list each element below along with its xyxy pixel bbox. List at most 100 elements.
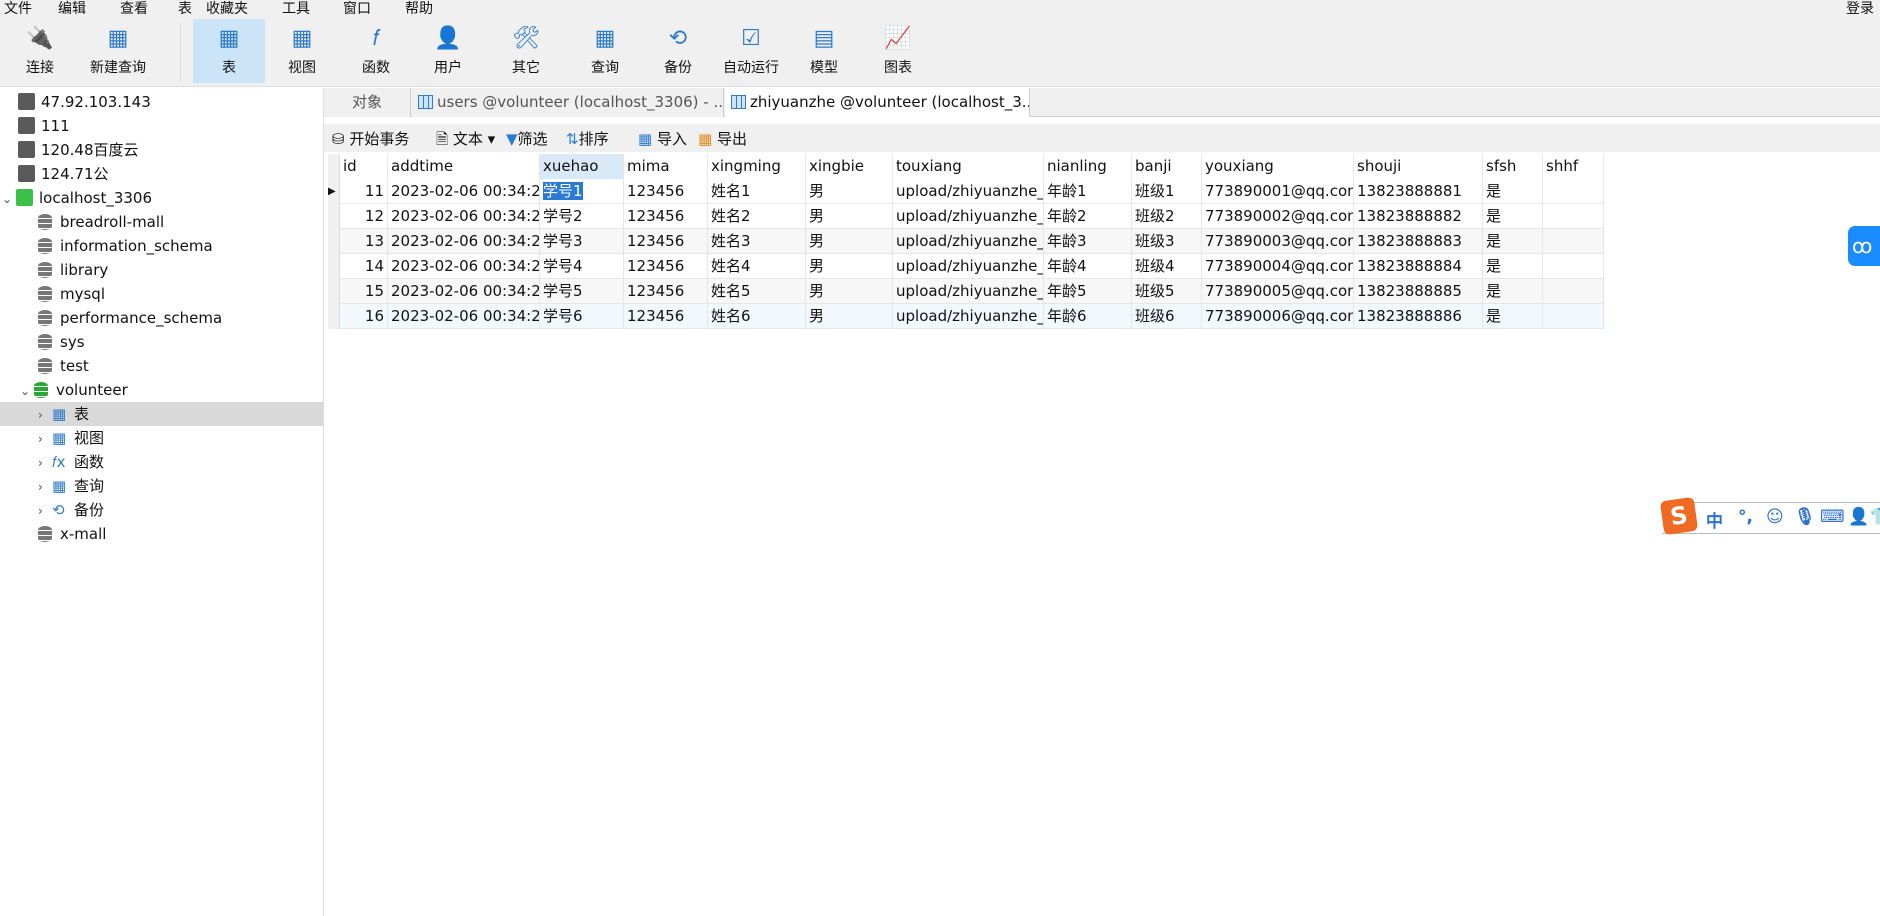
sogou-logo-icon[interactable]: S (1659, 496, 1699, 536)
cell-youxiang[interactable]: 773890005@qq.com (1202, 279, 1354, 304)
column-header-mima[interactable]: mima (624, 154, 708, 179)
database-item[interactable]: test (38, 354, 89, 378)
toolbar-function-button[interactable]: 𝑓 函数 (340, 19, 412, 83)
emoji-icon[interactable]: ☺ (1766, 507, 1784, 527)
cell-youxiang[interactable]: 773890001@qq.com (1202, 179, 1354, 204)
toolbar-model-button[interactable]: ▤ 模型 (788, 19, 860, 83)
connection-tree[interactable]: 47.92.103.143 111 120.48百度云 124.71公 ⌄ localho… (0, 88, 324, 916)
toolbar-new-query-button[interactable]: ▦ 新建查询 (82, 19, 154, 83)
cell-sfsh[interactable]: 是 (1483, 304, 1543, 329)
row-marker[interactable] (328, 279, 340, 304)
import-button[interactable]: ▦ 导入 (638, 128, 687, 149)
connection-item[interactable]: 111 (18, 114, 70, 138)
cell-shhf[interactable] (1543, 254, 1604, 279)
tree-node-view[interactable]: › ▦ 视图 (38, 426, 104, 450)
filter-button[interactable]: ▼筛选 (506, 128, 548, 149)
menu-7[interactable]: 帮助 (405, 0, 433, 18)
cell-nianling[interactable]: 年龄6 (1044, 304, 1132, 329)
connection-item[interactable]: 120.48百度云 (18, 138, 139, 162)
cell-shhf[interactable] (1543, 229, 1604, 254)
cell-xingming[interactable]: 姓名3 (708, 229, 806, 254)
cell-addtime[interactable]: 2023-02-06 00:34:21 (388, 229, 540, 254)
table-row[interactable]: 15 2023-02-06 00:34:21 学号5 123456 姓名5 男 upload… (328, 279, 1604, 304)
database-item[interactable]: mysql (38, 282, 105, 306)
keyboard-icon[interactable]: ⌨ (1820, 507, 1845, 527)
cell-youxiang[interactable]: 773890004@qq.com (1202, 254, 1354, 279)
user-card-icon[interactable]: 👤 (1848, 507, 1869, 527)
cell-xingming[interactable]: 姓名4 (708, 254, 806, 279)
sort-button[interactable]: ⇅排序 (566, 128, 609, 149)
cell-shouji[interactable]: 13823888886 (1354, 304, 1483, 329)
microphone-icon[interactable]: 🎙 (1794, 507, 1816, 527)
chevron-right-icon[interactable]: › (38, 403, 52, 427)
column-header-xingbie[interactable]: xingbie (806, 154, 893, 179)
cell-sfsh[interactable]: 是 (1483, 229, 1543, 254)
toolbar-tools-button[interactable]: 🛠 其它 (490, 19, 562, 83)
cell-addtime[interactable]: 2023-02-06 00:34:21 (388, 254, 540, 279)
cell-xuehao[interactable]: 学号1 (540, 179, 624, 204)
tree-node-function[interactable]: › 𝑓x 函数 (38, 450, 104, 474)
chevron-down-icon[interactable]: ⌄ (20, 379, 34, 403)
database-item[interactable]: sys (38, 330, 85, 354)
cell-banji[interactable]: 班级6 (1132, 304, 1202, 329)
cell-shouji[interactable]: 13823888881 (1354, 179, 1483, 204)
row-marker[interactable] (328, 229, 340, 254)
tab-objects[interactable]: 对象 (324, 88, 411, 117)
table-row[interactable]: 14 2023-02-06 00:34:21 学号4 123456 姓名4 男 upload… (328, 254, 1604, 279)
cell-touxiang[interactable]: upload/zhiyuanzhe_t (893, 179, 1044, 204)
menu-3[interactable]: 表 (178, 0, 192, 18)
cell-sfsh[interactable]: 是 (1483, 279, 1543, 304)
database-item[interactable]: information_schema (38, 234, 213, 258)
connection-item[interactable]: 47.92.103.143 (18, 90, 151, 114)
tab-users[interactable]: users @volunteer (localhost_3306) - ... (412, 88, 724, 117)
cell-youxiang[interactable]: 773890002@qq.com (1202, 204, 1354, 229)
cell-id[interactable]: 15 (340, 279, 388, 304)
toolbar-plug-connect-button[interactable]: 🔌 连接 (4, 19, 76, 83)
column-header-banji[interactable]: banji (1132, 154, 1202, 179)
cell-mima[interactable]: 123456 (624, 179, 708, 204)
toolbar-user-button[interactable]: 👤 用户 (412, 19, 484, 83)
cell-nianling[interactable]: 年龄5 (1044, 279, 1132, 304)
cell-banji[interactable]: 班级5 (1132, 279, 1202, 304)
cell-touxiang[interactable]: upload/zhiyuanzhe_t (893, 279, 1044, 304)
cell-mima[interactable]: 123456 (624, 304, 708, 329)
cell-xingming[interactable]: 姓名5 (708, 279, 806, 304)
cell-mima[interactable]: 123456 (624, 279, 708, 304)
cell-xingbie[interactable]: 男 (806, 254, 893, 279)
current-row-indicator-icon[interactable]: ▶ (328, 179, 340, 204)
tree-node-table[interactable]: › ▦ 表 (0, 402, 323, 426)
toolbar-table-button[interactable]: ▦ 表 (193, 19, 265, 83)
column-header-youxiang[interactable]: youxiang (1202, 154, 1354, 179)
cell-banji[interactable]: 班级4 (1132, 254, 1202, 279)
chevron-right-icon[interactable]: › (38, 451, 52, 475)
toolbar-chart-button[interactable]: 📈 图表 (862, 19, 934, 83)
cell-xingbie[interactable]: 男 (806, 279, 893, 304)
menu-2[interactable]: 查看 (120, 0, 148, 18)
cell-xingbie[interactable]: 男 (806, 304, 893, 329)
chevron-right-icon[interactable]: › (38, 475, 52, 499)
cell-addtime[interactable]: 2023-02-06 00:34:21 (388, 179, 540, 204)
skin-icon[interactable]: 👕 (1870, 507, 1880, 527)
toolbar-schedule-button[interactable]: ☑ 自动运行 (715, 19, 787, 83)
cell-mima[interactable]: 123456 (624, 229, 708, 254)
table-row[interactable]: 12 2023-02-06 00:34:21 学号2 123456 姓名2 男 upload… (328, 204, 1604, 229)
baidu-netdisk-float-icon[interactable]: ꝏ (1848, 226, 1880, 266)
column-header-xingming[interactable]: xingming (708, 154, 806, 179)
cell-banji[interactable]: 班级1 (1132, 179, 1202, 204)
cell-xingming[interactable]: 姓名1 (708, 179, 806, 204)
connection-item[interactable]: 124.71公 (18, 162, 109, 186)
cell-id[interactable]: 12 (340, 204, 388, 229)
database-item[interactable]: breadroll-mall (38, 210, 164, 234)
row-marker[interactable] (328, 254, 340, 279)
tree-node-query[interactable]: › ▦ 查询 (38, 474, 104, 498)
database-item[interactable]: x-mall (38, 522, 106, 546)
cell-shhf[interactable] (1543, 204, 1604, 229)
menu-1[interactable]: 编辑 (58, 0, 86, 18)
column-header-id[interactable]: id (340, 154, 388, 179)
cell-nianling[interactable]: 年龄1 (1044, 179, 1132, 204)
column-header-nianling[interactable]: nianling (1044, 154, 1132, 179)
begin-transaction-button[interactable]: ⛁ 开始事务 (332, 128, 409, 149)
cell-nianling[interactable]: 年龄2 (1044, 204, 1132, 229)
cell-xuehao[interactable]: 学号3 (540, 229, 624, 254)
cell-xuehao[interactable]: 学号4 (540, 254, 624, 279)
